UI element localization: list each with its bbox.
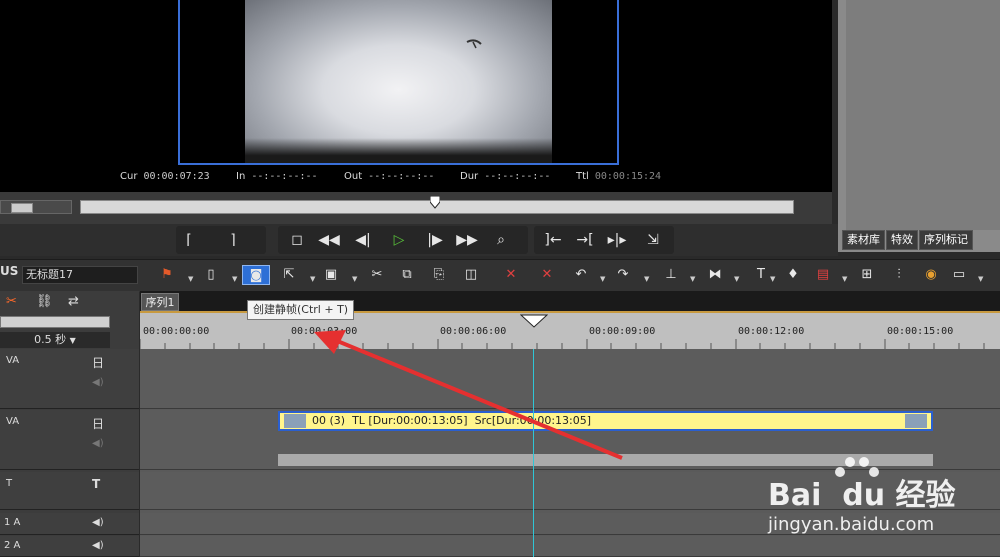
edit-mode-icon[interactable]: ⚑ bbox=[156, 265, 178, 285]
undo-icon[interactable]: ↶ bbox=[570, 265, 592, 285]
export-icon[interactable]: ⇱ bbox=[278, 265, 300, 285]
clip-thumbnail-end bbox=[905, 414, 927, 428]
rewind-icon[interactable]: ◀◀ bbox=[316, 229, 342, 251]
new-document-icon[interactable]: ▯ bbox=[200, 265, 222, 285]
watermark-url: jingyan.baidu.com bbox=[768, 514, 935, 535]
speaker-icon[interactable]: ◀) bbox=[92, 517, 104, 528]
grid-icon[interactable]: ⊞ bbox=[856, 265, 878, 285]
right-panel-tabs: 素材库 特效 序列标记 bbox=[842, 230, 974, 250]
fast-forward-icon[interactable]: ▶▶ bbox=[454, 229, 480, 251]
save-icon[interactable]: ▣ bbox=[320, 265, 342, 285]
save-dropdown-icon[interactable]: ▼ bbox=[352, 276, 358, 283]
mixer-dropdown-icon[interactable]: ▼ bbox=[842, 276, 848, 283]
paste-attribute-icon[interactable]: ◫ bbox=[460, 265, 482, 285]
track-name: T bbox=[6, 478, 13, 489]
track-audio-icon[interactable]: ◀) bbox=[92, 438, 104, 449]
transition-icon[interactable]: ⧓ bbox=[704, 265, 726, 285]
marker-icon[interactable]: ⊥ bbox=[660, 265, 682, 285]
previous-edit-icon[interactable]: ▸|▸ bbox=[604, 229, 630, 251]
track-name: 1 A bbox=[4, 517, 21, 528]
track-header-title[interactable]: T T bbox=[0, 472, 139, 510]
export-dropdown-icon[interactable]: ▼ bbox=[310, 276, 316, 283]
undo-dropdown-icon[interactable]: ▼ bbox=[600, 276, 606, 283]
cut-mode-icon[interactable]: ✂ bbox=[6, 294, 17, 309]
ruler-tick-label: 00:00:12:00 bbox=[738, 326, 805, 337]
delete-icon[interactable]: ✕ bbox=[500, 265, 522, 285]
paste-icon[interactable]: ⎘ bbox=[428, 265, 450, 285]
track-name: 2 A bbox=[4, 540, 21, 551]
transition-dropdown-icon[interactable]: ▼ bbox=[734, 276, 740, 283]
project-name-field[interactable]: 无标题17 bbox=[22, 266, 138, 284]
color-icon[interactable]: ◉ bbox=[920, 265, 942, 285]
loop-icon[interactable]: ⌕ bbox=[488, 229, 514, 251]
ruler-tick-label: 00:00:15:00 bbox=[887, 326, 954, 337]
insert-overwrite-icon[interactable]: ⇲ bbox=[640, 229, 666, 251]
create-still-frame-button[interactable]: ◙ bbox=[242, 265, 270, 285]
speaker-icon[interactable]: ◀) bbox=[92, 540, 104, 551]
ripple-delete-icon[interactable]: ✕ bbox=[536, 265, 558, 285]
scrub-playhead[interactable] bbox=[429, 195, 441, 210]
timeline-scale-select[interactable]: 0.5 秒 ▼ bbox=[0, 332, 110, 348]
link-mode-icon[interactable]: ⛓ bbox=[36, 294, 53, 309]
window-icon[interactable]: ▭ bbox=[948, 265, 970, 285]
mark-out-icon[interactable]: ⌉ bbox=[220, 229, 246, 251]
audio-mixer-icon[interactable]: ⫶ bbox=[888, 265, 910, 285]
cut-icon[interactable]: ✂ bbox=[366, 265, 388, 285]
window-dropdown-icon[interactable]: ▼ bbox=[978, 276, 984, 283]
track-header-va-1[interactable]: VA 日 ◀) bbox=[0, 349, 139, 409]
scale-dropdown-icon: ▼ bbox=[69, 336, 76, 345]
redo-dropdown-icon[interactable]: ▼ bbox=[644, 276, 650, 283]
scrub-zoom-slider[interactable] bbox=[0, 200, 72, 214]
track-header-va-2[interactable]: VA 日 ◀) bbox=[0, 410, 139, 470]
marker-dropdown-icon[interactable]: ▼ bbox=[690, 276, 696, 283]
video-rocks bbox=[245, 138, 552, 163]
dur-timecode: Dur --:--:--:-- bbox=[460, 171, 551, 182]
stop-icon[interactable]: ◻ bbox=[284, 229, 310, 251]
go-to-in-icon[interactable]: ]← bbox=[540, 229, 566, 251]
title-icon[interactable]: T bbox=[750, 265, 772, 285]
project-label: US bbox=[0, 264, 19, 278]
annotation-arrow bbox=[314, 330, 623, 460]
track-lock-icon[interactable]: 日 bbox=[92, 415, 104, 432]
tab-sequence-1[interactable]: 序列1 bbox=[141, 293, 179, 311]
track-name: VA bbox=[6, 416, 20, 427]
microphone-icon[interactable]: ♦ bbox=[782, 265, 804, 285]
redo-icon[interactable]: ↷ bbox=[612, 265, 634, 285]
timeline-zoom-slider[interactable] bbox=[0, 316, 110, 328]
tab-asset-library[interactable]: 素材库 bbox=[842, 230, 885, 250]
track-header-audio-2[interactable]: 2 A ◀) bbox=[0, 536, 139, 557]
asset-browser-area bbox=[846, 0, 1000, 230]
track-audio-icon[interactable]: ◀) bbox=[92, 377, 104, 388]
mixer-icon[interactable]: ▤ bbox=[812, 265, 834, 285]
play-icon[interactable]: ▷ bbox=[386, 229, 412, 251]
copy-icon[interactable]: ⧉ bbox=[396, 265, 418, 285]
track-name: VA bbox=[6, 355, 20, 366]
mark-in-icon[interactable]: ⌈ bbox=[176, 229, 202, 251]
tab-sequence-markers[interactable]: 序列标记 bbox=[919, 230, 973, 250]
tab-effects[interactable]: 特效 bbox=[886, 230, 918, 250]
watermark-brand: Bai du 经验 bbox=[768, 478, 956, 513]
out-timecode: Out --:--:--:-- bbox=[344, 171, 435, 182]
baidu-watermark: Bai du 经验 jingyan.baidu.com bbox=[768, 457, 1000, 557]
create-still-frame-tooltip: 创建静帧(Ctrl + T) bbox=[247, 300, 355, 320]
title-track-icon[interactable]: T bbox=[92, 477, 100, 491]
sync-mode-icon[interactable]: ⇄ bbox=[68, 294, 79, 309]
track-header-audio-1[interactable]: 1 A ◀) bbox=[0, 513, 139, 535]
step-back-icon[interactable]: ◀| bbox=[350, 229, 376, 251]
title-dropdown-icon[interactable]: ▼ bbox=[770, 276, 776, 283]
in-timecode: In --:--:--:-- bbox=[236, 171, 318, 182]
cur-timecode: Cur 00:00:07:23 bbox=[120, 171, 210, 182]
step-forward-icon[interactable]: |▶ bbox=[422, 229, 448, 251]
track-lock-icon[interactable]: 日 bbox=[92, 354, 104, 371]
ttl-timecode: Ttl 00:00:15:24 bbox=[576, 171, 662, 182]
ruler-tick-label: 00:00:00:00 bbox=[143, 326, 210, 337]
edit-mode-dropdown-icon[interactable]: ▼ bbox=[188, 276, 194, 283]
new-dropdown-icon[interactable]: ▼ bbox=[232, 276, 238, 283]
go-to-out-icon[interactable]: →[ bbox=[572, 229, 598, 251]
